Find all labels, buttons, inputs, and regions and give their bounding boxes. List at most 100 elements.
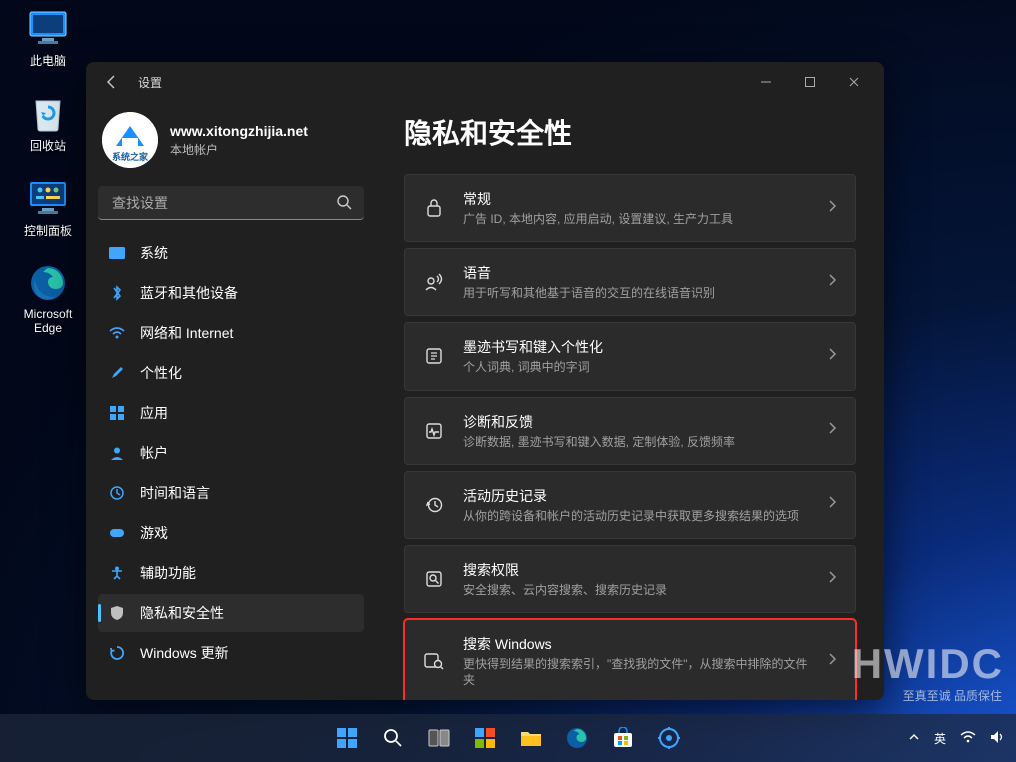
back-button[interactable]	[98, 68, 126, 96]
nav-windows-update[interactable]: Windows 更新	[98, 634, 364, 672]
ime-indicator[interactable]: 英	[934, 730, 946, 747]
card-diagnostics[interactable]: 诊断和反馈 诊断数据, 墨迹书写和键入数据, 定制体验, 反馈频率	[404, 397, 856, 465]
nav-network[interactable]: 网络和 Internet	[98, 314, 364, 352]
brush-icon	[108, 364, 126, 382]
card-search-permissions[interactable]: 搜索权限 安全搜索、云内容搜索、搜索历史记录	[404, 545, 856, 613]
card-search-windows[interactable]: 搜索 Windows 更快得到结果的搜索索引，"查找我的文件"，从搜索中排除的文…	[404, 619, 856, 700]
taskbar-explorer[interactable]	[511, 718, 551, 758]
taskbar-right: 英	[908, 730, 1006, 747]
accessibility-icon	[108, 564, 126, 582]
shield-icon	[108, 604, 126, 622]
nav-apps[interactable]: 应用	[98, 394, 364, 432]
tray-chevron-icon[interactable]	[908, 731, 920, 745]
card-title: 语音	[463, 263, 809, 283]
desktop-icon-edge[interactable]: Microsoft Edge	[8, 263, 88, 335]
card-speech[interactable]: 语音 用于听写和其他基于语音的交互的在线语音识别	[404, 248, 856, 316]
account-username: www.xitongzhijia.net	[170, 123, 308, 139]
search-icon	[336, 194, 352, 215]
chevron-right-icon	[827, 273, 837, 292]
clock-globe-icon	[108, 484, 126, 502]
control-panel-icon	[28, 178, 68, 218]
apps-icon	[108, 404, 126, 422]
update-icon	[108, 644, 126, 662]
card-title: 墨迹书写和键入个性化	[463, 337, 809, 357]
nav-system[interactable]: 系统	[98, 234, 364, 272]
bluetooth-icon	[108, 284, 126, 302]
desktop: 此电脑 回收站 控制面板 Microsoft Edge	[8, 8, 88, 359]
search-permissions-icon	[423, 568, 445, 590]
dictionary-icon	[423, 345, 445, 367]
system-icon	[108, 244, 126, 262]
avatar: 系统之家	[102, 112, 158, 168]
watermark-big: HWIDC	[852, 640, 1004, 688]
taskbar-widgets[interactable]	[465, 718, 505, 758]
search-box	[98, 186, 364, 220]
titlebar: 设置	[86, 62, 884, 102]
settings-window: 设置 系统之家 www.xitongzhijia.net 本地帐户	[86, 62, 884, 700]
window-title: 设置	[138, 74, 162, 91]
taskbar-settings[interactable]	[649, 718, 689, 758]
card-activity-history[interactable]: 活动历史记录 从你的跨设备和帐户的活动历史记录中获取更多搜索结果的选项	[404, 471, 856, 539]
nav-privacy[interactable]: 隐私和安全性	[98, 594, 364, 632]
chevron-right-icon	[827, 199, 837, 218]
card-title: 搜索 Windows	[463, 634, 809, 654]
nav-gaming[interactable]: 游戏	[98, 514, 364, 552]
nav-label: 系统	[140, 243, 168, 263]
recycle-icon	[28, 93, 68, 133]
taskbar-edge[interactable]	[557, 718, 597, 758]
card-title: 活动历史记录	[463, 486, 809, 506]
card-title: 搜索权限	[463, 560, 809, 580]
page-heading: 隐私和安全性	[404, 112, 856, 152]
tray-network-icon[interactable]	[960, 731, 976, 746]
taskbar-taskview[interactable]	[419, 718, 459, 758]
nav-accounts[interactable]: 帐户	[98, 434, 364, 472]
nav-label: 时间和语言	[140, 483, 210, 503]
search-windows-icon	[423, 650, 445, 672]
card-subtitle: 安全搜索、云内容搜索、搜索历史记录	[463, 582, 809, 598]
nav-label: 辅助功能	[140, 563, 196, 583]
maximize-button[interactable]	[788, 67, 832, 97]
card-title: 诊断和反馈	[463, 412, 809, 432]
desktop-icon-recycle[interactable]: 回收站	[8, 93, 88, 154]
nav-label: Windows 更新	[140, 643, 229, 663]
desktop-icon-pc[interactable]: 此电脑	[8, 8, 88, 69]
desktop-icon-label: 此电脑	[8, 52, 88, 69]
taskbar-store[interactable]	[603, 718, 643, 758]
gamepad-icon	[108, 524, 126, 542]
desktop-icon-label: 回收站	[8, 137, 88, 154]
nav-label: 帐户	[140, 443, 168, 463]
card-subtitle: 更快得到结果的搜索索引，"查找我的文件"，从搜索中排除的文件夹	[463, 656, 809, 688]
card-subtitle: 从你的跨设备和帐户的活动历史记录中获取更多搜索结果的选项	[463, 508, 809, 524]
close-button[interactable]	[832, 67, 876, 97]
nav-personalization[interactable]: 个性化	[98, 354, 364, 392]
search-input[interactable]	[98, 186, 364, 220]
chevron-right-icon	[827, 652, 837, 671]
chevron-right-icon	[827, 347, 837, 366]
speech-icon	[423, 271, 445, 293]
card-general[interactable]: 常规 广告 ID, 本地内容, 应用启动, 设置建议, 生产力工具	[404, 174, 856, 242]
start-button[interactable]	[327, 718, 367, 758]
edge-icon	[28, 263, 68, 303]
nav-accessibility[interactable]: 辅助功能	[98, 554, 364, 592]
minimize-button[interactable]	[744, 67, 788, 97]
chevron-right-icon	[827, 495, 837, 514]
taskbar-center	[327, 718, 689, 758]
desktop-icon-label: 控制面板	[8, 222, 88, 239]
nav-bluetooth[interactable]: 蓝牙和其他设备	[98, 274, 364, 312]
sidebar: 系统之家 www.xitongzhijia.net 本地帐户 系统 蓝牙和其	[86, 102, 376, 700]
user-icon	[108, 444, 126, 462]
nav-time-language[interactable]: 时间和语言	[98, 474, 364, 512]
chevron-right-icon	[827, 570, 837, 589]
desktop-icon-controlpanel[interactable]: 控制面板	[8, 178, 88, 239]
wifi-icon	[108, 324, 126, 342]
account-block[interactable]: 系统之家 www.xitongzhijia.net 本地帐户	[98, 102, 364, 186]
nav-label: 个性化	[140, 363, 182, 383]
nav-label: 蓝牙和其他设备	[140, 283, 238, 303]
nav-label: 应用	[140, 403, 168, 423]
card-subtitle: 用于听写和其他基于语音的交互的在线语音识别	[463, 285, 809, 301]
tray-volume-icon[interactable]	[990, 730, 1006, 747]
main-content: 隐私和安全性 常规 广告 ID, 本地内容, 应用启动, 设置建议, 生产力工具…	[376, 102, 884, 700]
taskbar-search[interactable]	[373, 718, 413, 758]
card-inking[interactable]: 墨迹书写和键入个性化 个人词典, 词典中的字词	[404, 322, 856, 390]
card-title: 常规	[463, 189, 809, 209]
